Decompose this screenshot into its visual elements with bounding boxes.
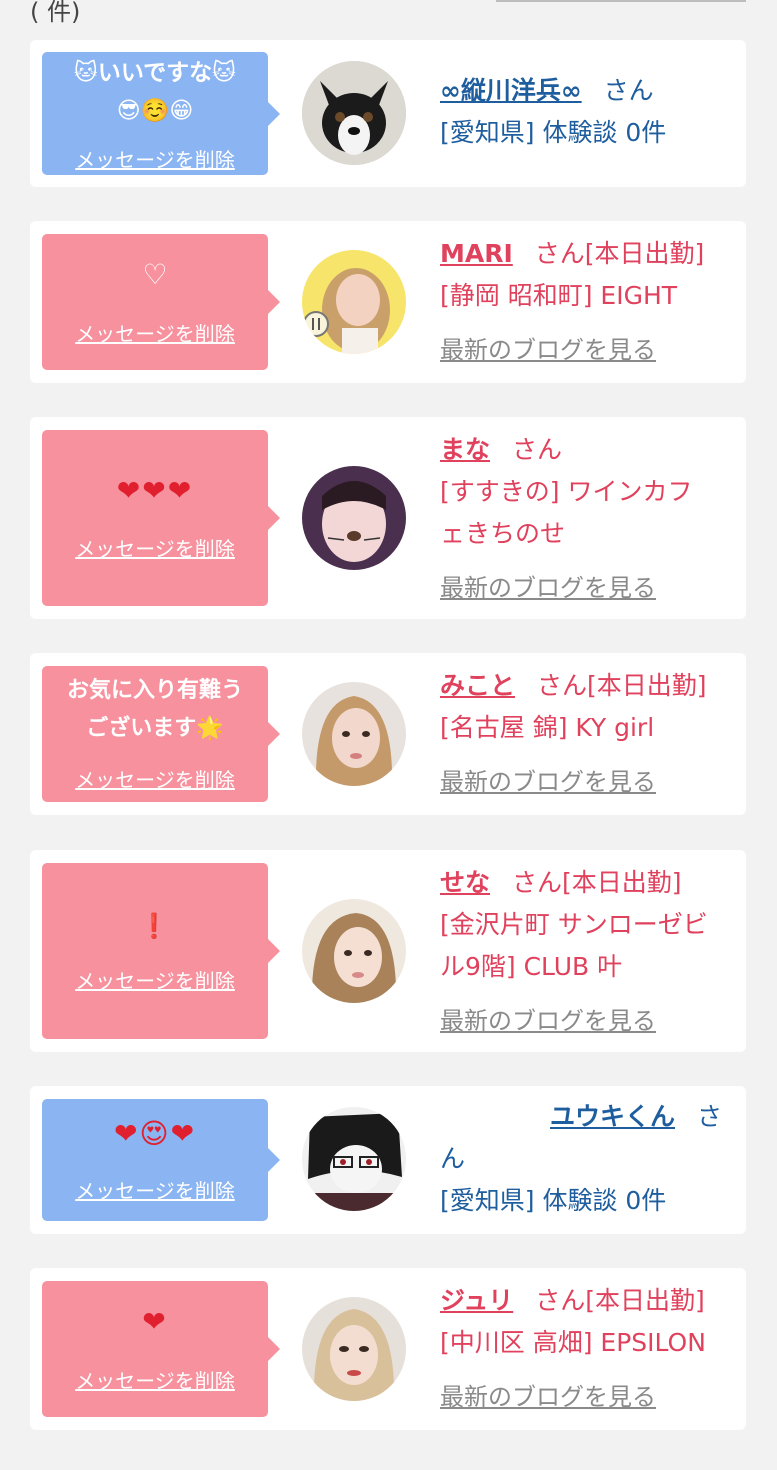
message-text-line1: ♡ — [142, 258, 168, 291]
sender-details-line2: ェきちのせ — [440, 519, 566, 548]
message-text-line1: お気に入り有難う — [66, 678, 243, 703]
message-text-line1: ❤😍❤ — [113, 1117, 197, 1150]
delete-message-link[interactable]: メッセージを削除 — [42, 764, 268, 793]
on-duty-label: [本日出勤] — [585, 1286, 705, 1315]
message-card: ❤❤❤ メッセージを削除 まな さん [すすきの] ワインカフ ェきちのせ 最新の… — [30, 417, 746, 619]
delete-message-link[interactable]: メッセージを削除 — [42, 1365, 268, 1394]
honorific: さん — [535, 1286, 586, 1315]
blog-link[interactable]: 最新のブログを見る — [440, 329, 732, 371]
sender-details-line2: ル9階] CLUB 叶 — [440, 952, 623, 981]
honorific: さん — [534, 239, 585, 268]
message-card: ❤ メッセージを削除 ジュリ さん[本日出勤] [中川区 高畑] EPSILON … — [30, 1268, 746, 1430]
honorific: さん — [603, 76, 654, 105]
delete-message-link[interactable]: メッセージを削除 — [42, 965, 268, 994]
sender-details: [愛知県] 体験談 0件 — [440, 118, 667, 147]
avatar[interactable] — [302, 682, 406, 786]
delete-message-link[interactable]: メッセージを削除 — [42, 144, 268, 173]
message-text-line1: ❤ — [142, 1305, 168, 1338]
sender-name-link[interactable]: まな — [440, 435, 490, 464]
avatar[interactable] — [302, 1107, 406, 1211]
message-bubble: ❤ メッセージを削除 — [42, 1281, 280, 1417]
avatar[interactable] — [302, 466, 406, 570]
message-text-line1: 🐱いいですな🐱 — [73, 60, 237, 86]
previous-count-fragment: ( 件) — [30, 0, 81, 26]
previous-link-underline — [496, 0, 746, 2]
on-duty-label: [本日出勤] — [562, 868, 682, 897]
sender-info: ユウキくん さん [愛知県] 体験談 0件 — [440, 1096, 732, 1222]
message-text-line1: ❤❤❤ — [116, 474, 194, 507]
sender-details: [愛知県] 体験談 0件 — [440, 1186, 667, 1215]
sender-name-link[interactable]: せな — [440, 868, 490, 897]
sender-name-link[interactable]: みこと — [440, 671, 515, 700]
avatar[interactable] — [302, 250, 406, 354]
avatar[interactable] — [302, 899, 406, 1003]
sender-info: ∞縦川洋兵∞ さん [愛知県] 体験談 0件 — [440, 70, 732, 154]
message-bubble: ❤😍❤ メッセージを削除 — [42, 1099, 280, 1221]
sender-details-line1: [すすきの] ワインカフ — [440, 477, 693, 506]
delete-message-link[interactable]: メッセージを削除 — [42, 533, 268, 562]
sender-info: みこと さん[本日出勤] [名古屋 錦] KY girl 最新のブログを見る — [440, 665, 732, 803]
sender-name-link[interactable]: MARI — [440, 239, 513, 268]
delete-message-link[interactable]: メッセージを削除 — [42, 1175, 268, 1204]
avatar[interactable] — [302, 1297, 406, 1401]
sender-info: まな さん [すすきの] ワインカフ ェきちのせ 最新のブログを見る — [440, 429, 732, 609]
message-card: お気に入り有難う ございます🌟 メッセージを削除 みこと さん[本日出勤] [名古… — [30, 653, 746, 815]
sender-name-link[interactable]: ユウキくん — [440, 1102, 675, 1131]
honorific: さん — [512, 435, 563, 464]
sender-info: MARI さん[本日出勤] [静岡 昭和町] EIGHT 最新のブログを見る — [440, 233, 732, 371]
on-duty-label: [本日出勤] — [587, 671, 707, 700]
on-duty-label: [本日出勤] — [584, 239, 705, 268]
message-bubble: ❗ メッセージを削除 — [42, 863, 280, 1039]
honorific: さん — [537, 671, 588, 700]
message-text-line2: ございます🌟 — [86, 716, 224, 741]
honorific: さん — [512, 868, 563, 897]
blog-link[interactable]: 最新のブログを見る — [440, 567, 732, 609]
message-text-line1: ❗ — [139, 912, 171, 940]
message-bubble: お気に入り有難う ございます🌟 メッセージを削除 — [42, 666, 280, 802]
sender-details: [中川区 高畑] EPSILON — [440, 1328, 706, 1357]
sender-details: [名古屋 錦] KY girl — [440, 713, 655, 742]
sender-details: [静岡 昭和町] EIGHT — [440, 281, 678, 310]
sender-info: ジュリ さん[本日出勤] [中川区 高畑] EPSILON 最新のブログを見る — [440, 1280, 732, 1418]
avatar[interactable] — [302, 61, 406, 165]
delete-message-link[interactable]: メッセージを削除 — [42, 318, 268, 347]
message-card: ❤😍❤ メッセージを削除 ユウキくん さん [愛知県] 体験談 0件 — [30, 1086, 746, 1234]
blog-link[interactable]: 最新のブログを見る — [440, 1000, 732, 1042]
sender-details-line1: [金沢片町 サンローゼビ — [440, 910, 708, 939]
message-text-line2: 😎☺️😁 — [116, 98, 194, 124]
message-card: ❗ メッセージを削除 せな さん[本日出勤] [金沢片町 サンローゼビ ル9階] … — [30, 850, 746, 1052]
message-bubble: ❤❤❤ メッセージを削除 — [42, 430, 280, 606]
sender-name-link[interactable]: ジュリ — [440, 1286, 513, 1315]
message-card: ♡ メッセージを削除 MARI さん[本日出勤] [静岡 昭和町] EIGHT 最… — [30, 221, 746, 383]
sender-info: せな さん[本日出勤] [金沢片町 サンローゼビ ル9階] CLUB 叶 最新のブ… — [440, 862, 732, 1042]
message-card: 🐱いいですな🐱 😎☺️😁 メッセージを削除 ∞縦川洋兵∞ さん [愛知県] 体験談… — [30, 40, 746, 187]
message-bubble: 🐱いいですな🐱 😎☺️😁 メッセージを削除 — [42, 52, 280, 175]
sender-name-link[interactable]: ∞縦川洋兵∞ — [440, 76, 582, 105]
message-bubble: ♡ メッセージを削除 — [42, 234, 280, 370]
blog-link[interactable]: 最新のブログを見る — [440, 761, 732, 803]
blog-link[interactable]: 最新のブログを見る — [440, 1376, 732, 1418]
